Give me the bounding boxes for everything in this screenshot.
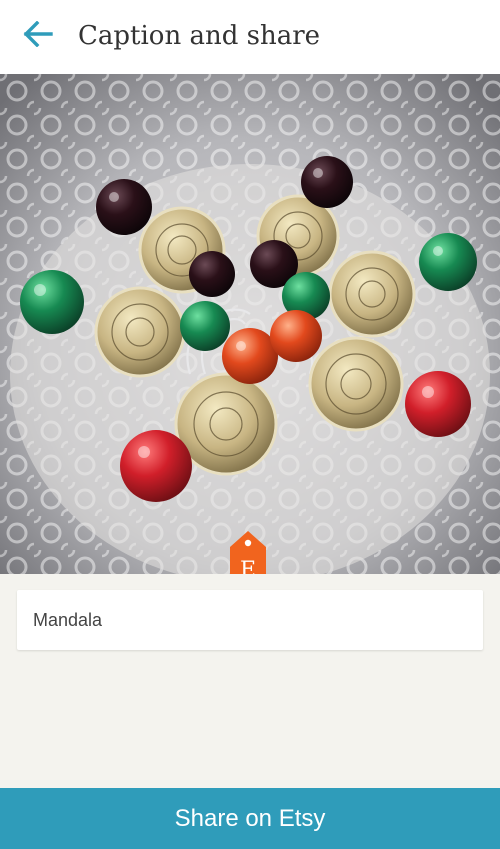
earrings-photo-illustration [0, 74, 500, 574]
caption-field-card [17, 590, 483, 650]
arrow-left-icon [23, 20, 53, 51]
back-button[interactable] [14, 14, 62, 58]
listing-photo: E [0, 74, 500, 574]
caption-input[interactable] [17, 590, 483, 650]
etsy-tag-letter: E [240, 558, 256, 574]
app-bar: Caption and share [0, 0, 500, 75]
etsy-tag-icon[interactable]: E [228, 529, 268, 574]
page-title: Caption and share [78, 21, 321, 51]
share-on-etsy-button[interactable]: Share on Etsy [0, 788, 500, 849]
